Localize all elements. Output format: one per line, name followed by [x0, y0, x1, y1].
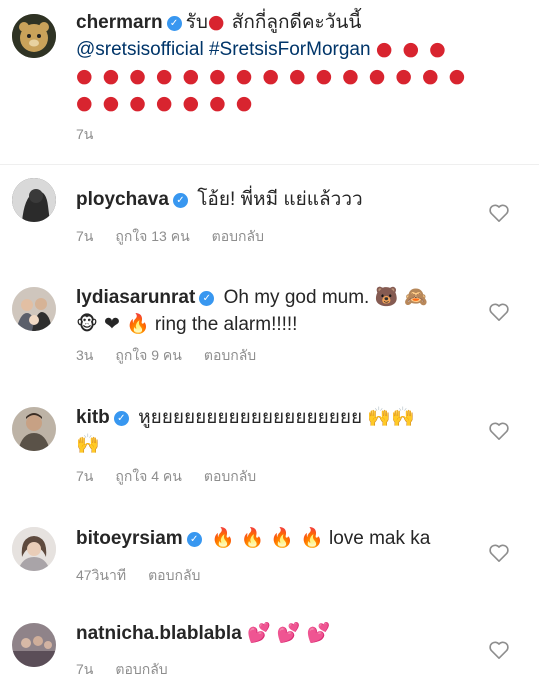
comment-username[interactable]: ploychava [76, 189, 169, 210]
two-hearts-emoji: 💕 💕 💕 [247, 622, 331, 644]
post-text-suffix: สักกี่ลูกดีคะวันนี้ [231, 12, 362, 33]
avatar-photo-icon [12, 623, 56, 667]
comment-meta: 7น ถูกใจ 13 คน ตอบกลับ [76, 226, 286, 248]
comment-time: 47วินาที [76, 567, 127, 583]
avatar-photo-icon [12, 178, 56, 222]
verified-badge-icon: ✓ [166, 16, 182, 31]
comment-avatar[interactable] [12, 527, 56, 571]
comment-username[interactable]: bitoeyrsiam [76, 528, 183, 549]
post-username[interactable]: chermarn [76, 12, 163, 33]
raising-hands-emoji: 🙌 [76, 433, 100, 455]
heart-icon[interactable] [488, 640, 510, 660]
verified-badge-icon: ✓ [172, 193, 188, 208]
comment-avatar[interactable] [12, 407, 56, 451]
reply-button[interactable]: ตอบกลับ [115, 661, 167, 677]
post-mention-link[interactable]: @sretsisofficial [76, 39, 204, 60]
avatar-photo-icon [12, 407, 56, 451]
post-text-prefix: รับ [185, 12, 208, 33]
comment-text: bitoeyrsiam ✓ 🔥 🔥 🔥 🔥 love mak ka [76, 525, 496, 552]
comment-time: 7น [76, 661, 94, 677]
comment-text: natnicha.blablabla 💕 💕 💕 [76, 620, 496, 647]
post-divider [0, 164, 539, 165]
strawberry-emoji-row-1: ● ● ● [375, 38, 448, 60]
strawberry-emoji-row-3: ● ● ● ● ● ● ● [76, 92, 255, 114]
comment-body: love mak ka [328, 528, 431, 549]
monkey-heart-fire-emoji: 🐵 ❤ 🔥 [76, 313, 150, 335]
comment-body: Oh my god mum. [223, 287, 370, 308]
reply-button[interactable]: ตอบกลับ [204, 347, 256, 363]
comment-likes[interactable]: ถูกใจ 4 คน [115, 468, 182, 484]
comment-likes[interactable]: ถูกใจ 13 คน [115, 228, 189, 244]
comment-time: 3น [76, 347, 94, 363]
strawberry-icon: ● [207, 11, 227, 33]
heart-icon[interactable] [488, 302, 510, 322]
fire-emoji: 🔥 🔥 🔥 🔥 [210, 527, 324, 549]
comment-body: โอ้ย! พี่หมี แย่แล้ววว [197, 189, 363, 210]
verified-badge-icon: ✓ [186, 532, 202, 547]
comment-likes[interactable]: ถูกใจ 9 คน [115, 347, 182, 363]
avatar-photo-icon [12, 287, 56, 331]
bear-monkey-emoji: 🐻 🙈 [374, 286, 428, 308]
comment-text: ploychava ✓ โอ้ย! พี่หมี แย่แล้ววว [76, 186, 476, 213]
avatar-photo-icon [12, 527, 56, 571]
comment-body-line2: ring the alarm!!!!! [154, 314, 298, 335]
comment-meta: 47วินาที ตอบกลับ [76, 565, 222, 587]
comment-body: หูยยยยยยยยยยยยยยยยยยย [138, 407, 363, 428]
post-time: 7น [76, 126, 94, 142]
comment-username[interactable]: lydiasarunrat [76, 287, 195, 308]
comment-meta: 3น ถูกใจ 9 คน ตอบกลับ [76, 345, 278, 367]
comment-text: lydiasarunrat ✓ Oh my god mum. 🐻 🙈 🐵 ❤ 🔥 … [76, 284, 496, 338]
comment-time: 7น [76, 228, 94, 244]
comment-avatar[interactable] [12, 178, 56, 222]
comment-avatar[interactable] [12, 287, 56, 331]
reply-button[interactable]: ตอบกลับ [204, 468, 256, 484]
reply-button[interactable]: ตอบกลับ [212, 228, 264, 244]
verified-badge-icon: ✓ [199, 291, 215, 306]
heart-icon[interactable] [488, 203, 510, 223]
avatar-bear-icon [12, 14, 56, 58]
post-hashtag-link[interactable]: #SretsisForMorgan [209, 39, 371, 60]
verified-badge-icon: ✓ [113, 411, 129, 426]
comment-text: kitb ✓ หูยยยยยยยยยยยยยยยยยยย 🙌🙌 🙌 [76, 404, 496, 458]
reply-button[interactable]: ตอบกลับ [148, 567, 200, 583]
raising-hands-emoji: 🙌🙌 [367, 406, 415, 428]
comment-meta: 7น ถูกใจ 4 คน ตอบกลับ [76, 466, 278, 488]
strawberry-emoji-row-2: ● ● ● ● ● ● ● ● ● ● ● ● ● ● ● [76, 65, 468, 87]
comment-meta: 7น ตอบกลับ [76, 659, 190, 681]
heart-icon[interactable] [488, 543, 510, 563]
comment-time: 7น [76, 468, 94, 484]
post-caption: chermarn ✓ รับ● สักกี่ลูกดีคะวันนี้ @srets… [76, 9, 526, 117]
post-avatar[interactable] [12, 14, 56, 58]
comment-avatar[interactable] [12, 623, 56, 667]
heart-icon[interactable] [488, 421, 510, 441]
comment-username[interactable]: natnicha.blablabla [76, 623, 242, 644]
comment-username[interactable]: kitb [76, 407, 110, 428]
